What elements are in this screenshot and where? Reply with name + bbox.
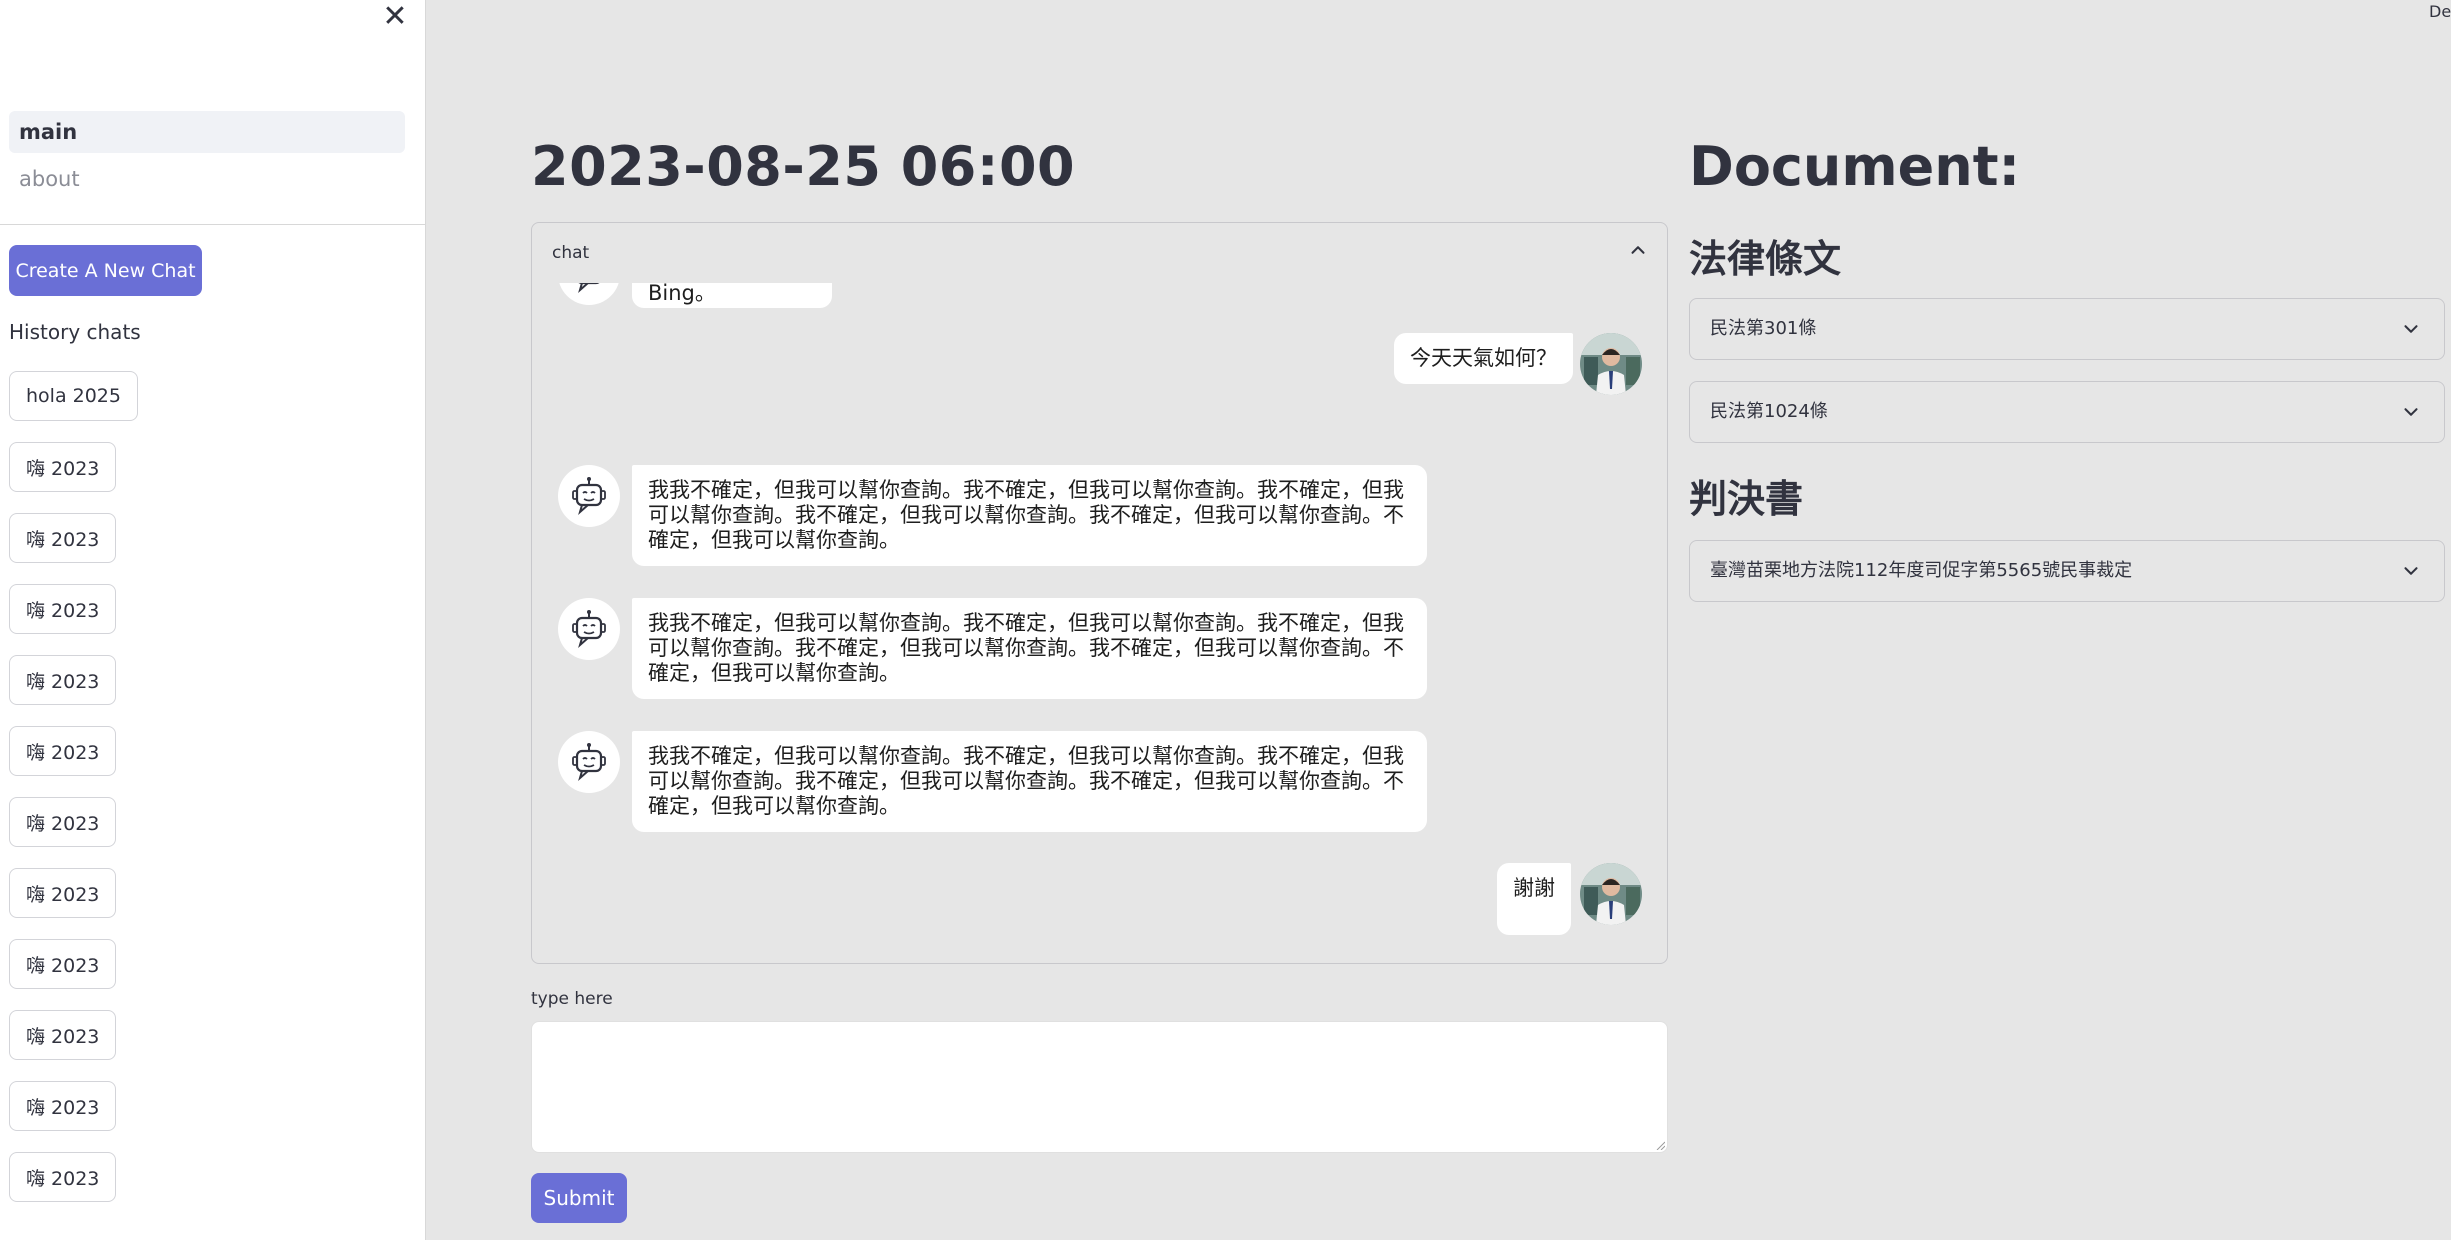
bot-message-line: 我我不確定，但我可以幫你查詢。我不確定，但我可以幫你查詢。我不確定，但我 — [648, 611, 1404, 635]
bot-avatar-icon — [558, 465, 620, 527]
sidebar-divider — [0, 224, 426, 225]
user-avatar — [1580, 333, 1642, 395]
chevron-down-icon — [2404, 408, 2418, 416]
chat-expander: chat 你好，這是Bing。 今天天氣如何？ — [531, 222, 1668, 964]
history-chat-button[interactable]: 嗨 2023 — [9, 1081, 117, 1131]
section-title-judgment: 判決書 — [1689, 477, 1804, 521]
bot-message-line: 確定，但我可以幫你查詢。 — [648, 661, 900, 685]
bot-avatar-icon — [558, 598, 620, 660]
bot-message: 你好，這是Bing。 — [632, 283, 832, 308]
chat-messages[interactable]: 你好，這是Bing。 今天天氣如何？ — [532, 283, 1667, 963]
message-textarea[interactable] — [531, 1021, 1668, 1153]
law-expander[interactable]: 民法第1024條 — [1689, 381, 2445, 443]
history-chat-button[interactable]: hola 2025 — [9, 371, 138, 421]
law-expander[interactable]: 民法第301條 — [1689, 298, 2445, 360]
bot-message-line: 我我不確定，但我可以幫你查詢。我不確定，但我可以幫你查詢。我不確定，但我 — [648, 478, 1404, 502]
submit-button[interactable]: Submit — [531, 1173, 627, 1223]
close-icon[interactable]: ✕ — [378, 0, 412, 34]
bot-message-line: 可以幫你查詢。我不確定，但我可以幫你查詢。我不確定，但我可以幫你查詢。不 — [648, 503, 1404, 527]
bot-message: 我我不確定，但我可以幫你查詢。我不確定，但我可以幫你查詢。我不確定，但我 可以幫… — [632, 731, 1427, 832]
history-chat-button[interactable]: 嗨 2023 — [9, 939, 117, 989]
expander-label: 民法第301條 — [1710, 318, 1817, 339]
history-chat-button[interactable]: 嗨 2023 — [9, 797, 117, 847]
history-chat-button[interactable]: 嗨 2023 — [9, 726, 117, 776]
history-chat-button[interactable]: 嗨 2023 — [9, 513, 117, 563]
user-message: 今天天氣如何？ — [1394, 333, 1573, 384]
bot-message-line: 可以幫你查詢。我不確定，但我可以幫你查詢。我不確定，但我可以幫你查詢。不 — [648, 769, 1404, 793]
bot-message-line: 可以幫你查詢。我不確定，但我可以幫你查詢。我不確定，但我可以幫你查詢。不 — [648, 636, 1404, 660]
nav-item-main[interactable]: main — [9, 111, 405, 153]
history-chat-button[interactable]: 嗨 2023 — [9, 655, 117, 705]
history-chats-label: History chats — [9, 320, 141, 344]
resize-handle-icon[interactable] — [1655, 1140, 1665, 1150]
nav-item-about[interactable]: about — [9, 158, 405, 200]
user-avatar — [1580, 863, 1642, 925]
input-label: type here — [531, 989, 613, 1009]
history-chat-button[interactable]: 嗨 2023 — [9, 868, 117, 918]
history-chat-button[interactable]: 嗨 2023 — [9, 1152, 117, 1202]
expander-label: 臺灣苗栗地方法院112年度司促字第5565號民事裁定 — [1710, 560, 2133, 581]
history-chat-button[interactable]: 嗨 2023 — [9, 1010, 117, 1060]
chevron-up-icon — [1631, 246, 1645, 254]
bot-message: 我我不確定，但我可以幫你查詢。我不確定，但我可以幫你查詢。我不確定，但我 可以幫… — [632, 465, 1427, 566]
sidebar: ✕ main about Create A New Chat History c… — [0, 0, 426, 1240]
chevron-down-icon — [2404, 325, 2418, 333]
page-title: 2023-08-25 06:00 — [531, 135, 1076, 198]
section-title-law: 法律條文 — [1689, 237, 1842, 281]
document-title: Document: — [1689, 135, 2021, 198]
chat-expander-label: chat — [552, 243, 590, 263]
chevron-down-icon — [2404, 567, 2418, 575]
expander-label: 民法第1024條 — [1710, 401, 1828, 422]
judgment-expander[interactable]: 臺灣苗栗地方法院112年度司促字第5565號民事裁定 — [1689, 540, 2445, 602]
bot-message-line: 確定，但我可以幫你查詢。 — [648, 528, 900, 552]
user-message: 謝謝 — [1497, 863, 1571, 935]
create-new-chat-button[interactable]: Create A New Chat — [9, 245, 202, 296]
history-chat-button[interactable]: 嗨 2023 — [9, 442, 117, 492]
history-chat-button[interactable]: 嗨 2023 — [9, 584, 117, 634]
bot-message-line: 我我不確定，但我可以幫你查詢。我不確定，但我可以幫你查詢。我不確定，但我 — [648, 744, 1404, 768]
deploy-button[interactable]: Deploy — [2429, 2, 2451, 21]
bot-avatar-icon — [558, 283, 620, 305]
bot-message-line: 確定，但我可以幫你查詢。 — [648, 794, 900, 818]
bot-message: 我我不確定，但我可以幫你查詢。我不確定，但我可以幫你查詢。我不確定，但我 可以幫… — [632, 598, 1427, 699]
chat-expander-header[interactable]: chat — [532, 223, 1667, 283]
bot-avatar-icon — [558, 731, 620, 793]
